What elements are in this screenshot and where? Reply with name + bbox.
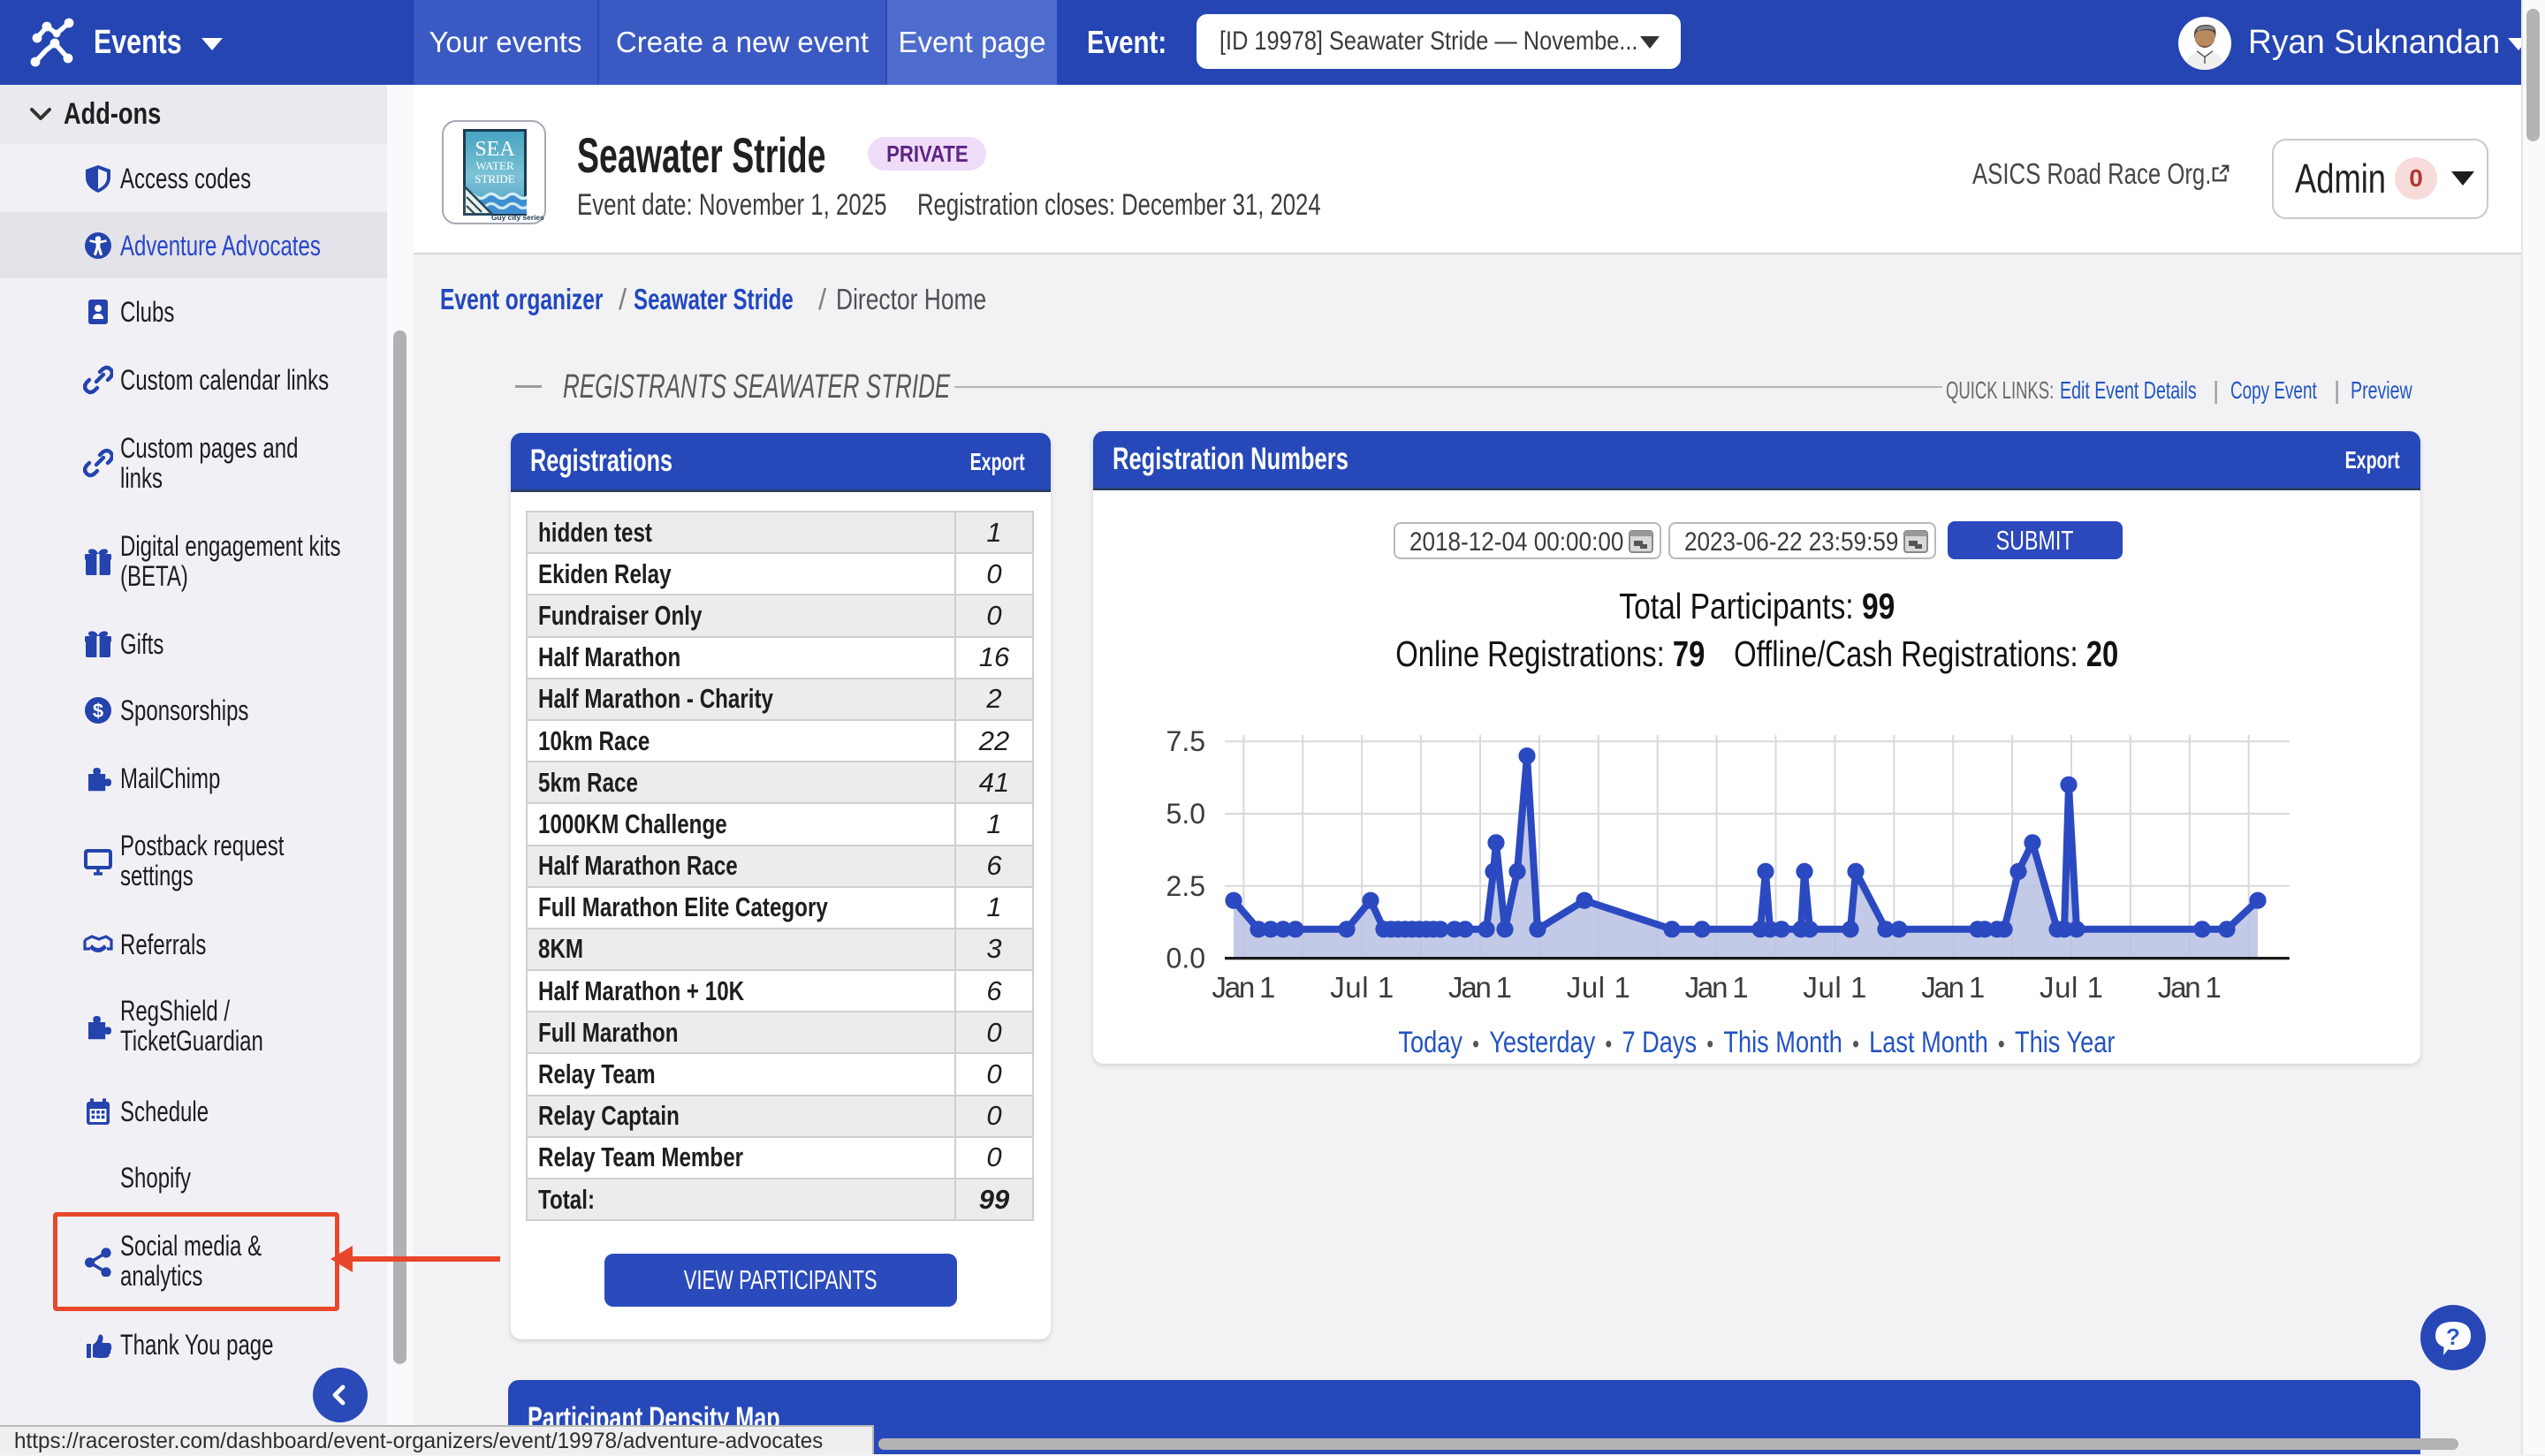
svg-text:$: $	[93, 700, 103, 722]
svg-text:SEA: SEA	[475, 138, 515, 161]
svg-text:Jan 1: Jan 1	[1212, 971, 1275, 1004]
svg-text:WATER: WATER	[475, 159, 514, 172]
svg-text:Jan 1: Jan 1	[1921, 971, 1985, 1004]
svg-text:Jan 1: Jan 1	[1448, 971, 1512, 1004]
svg-text:?: ?	[2446, 1323, 2460, 1350]
svg-text:Jul 1: Jul 1	[2040, 971, 2103, 1004]
svg-text:Jan 1: Jan 1	[2158, 971, 2222, 1004]
svg-text:Jul 1: Jul 1	[1567, 971, 1630, 1004]
svg-text:Jul 1: Jul 1	[1330, 971, 1394, 1004]
svg-text:5.0: 5.0	[1166, 798, 1205, 830]
svg-text:2.5: 2.5	[1166, 870, 1205, 902]
svg-text:Jul 1: Jul 1	[1803, 971, 1866, 1004]
svg-text:0.0: 0.0	[1166, 943, 1205, 974]
svg-text:STRIDE: STRIDE	[475, 172, 515, 186]
svg-text:Jan 1: Jan 1	[1685, 971, 1749, 1004]
svg-text:7.5: 7.5	[1166, 725, 1205, 757]
